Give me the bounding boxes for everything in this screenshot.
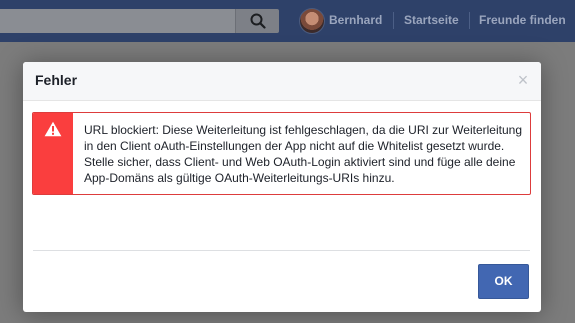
- error-icon-panel: [33, 113, 73, 194]
- search-icon: [250, 13, 266, 29]
- avatar[interactable]: [299, 8, 325, 34]
- profile-link[interactable]: Bernhard: [329, 13, 382, 27]
- error-dialog: Fehler × URL blockiert: Diese Weiterleit…: [23, 62, 541, 312]
- warning-icon: [44, 121, 62, 137]
- ok-button[interactable]: OK: [478, 264, 529, 299]
- dialog-title: Fehler: [35, 72, 78, 88]
- dialog-header: Fehler ×: [23, 62, 541, 101]
- nav-divider: [393, 12, 394, 29]
- error-message-box: URL blockiert: Diese Weiterleitung ist f…: [32, 112, 531, 195]
- search-button[interactable]: [235, 9, 279, 33]
- nav-divider: [469, 12, 470, 29]
- top-navigation-bar: Bernhard Startseite Freunde finden: [0, 0, 575, 42]
- dialog-footer-divider: [33, 250, 530, 251]
- nav-find-friends-link[interactable]: Freunde finden: [479, 13, 566, 27]
- error-message-text: URL blockiert: Diese Weiterleitung ist f…: [84, 123, 522, 185]
- close-icon[interactable]: ×: [515, 71, 531, 89]
- nav-home-link[interactable]: Startseite: [404, 13, 459, 27]
